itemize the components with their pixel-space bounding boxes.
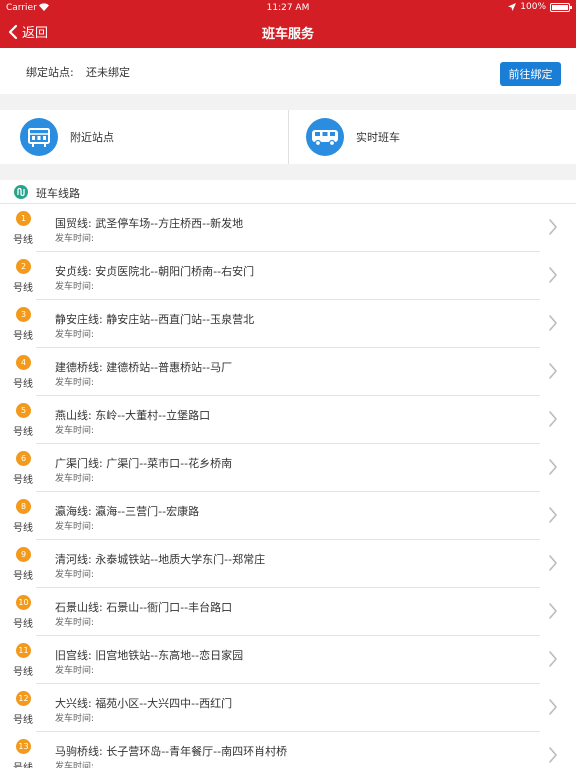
route-row[interactable]: 5 号线 燕山线: 东岭--大董村--立堡路口 发车时间:: [0, 396, 576, 444]
route-row[interactable]: 4 号线 建德桥线: 建德桥站--普惠桥站--马厂 发车时间:: [0, 348, 576, 396]
bus-stop-icon: [20, 118, 58, 156]
quick-entries: 附近站点 实时班车: [0, 110, 576, 164]
battery-percent: 100%: [520, 2, 546, 12]
section-title: 班车线路: [36, 187, 80, 200]
route-name: 马驹桥线: 长子营环岛--青年餐厅--南四环肖村桥: [55, 745, 288, 758]
route-number-suffix: 号线: [13, 571, 33, 582]
route-departure-time: 发车时间:: [55, 474, 95, 484]
section-header: 班车线路: [0, 180, 576, 204]
route-number-badge: 6: [16, 451, 31, 466]
realtime-bus-entry[interactable]: 实时班车: [306, 110, 576, 164]
route-number-badge: 3: [16, 307, 31, 322]
route-row[interactable]: 8 号线 瀛海线: 瀛海--三营门--宏康路 发车时间:: [0, 492, 576, 540]
route-name: 静安庄线: 静安庄站--西直门站--玉泉营北: [55, 313, 255, 326]
route-number-badge: 2: [16, 259, 31, 274]
route-icon: [14, 185, 28, 199]
route-departure-time: 发车时间:: [55, 378, 95, 388]
route-name: 广渠门线: 广渠门--菜市口--花乡桥南: [55, 457, 233, 470]
route-name: 大兴线: 福苑小区--大兴四中--西红门: [55, 697, 233, 710]
location-icon: [508, 3, 517, 11]
route-number-badge: 10: [16, 595, 31, 610]
go-bind-button[interactable]: 前往绑定: [500, 62, 561, 86]
quick-divider: [288, 110, 289, 164]
route-row[interactable]: 11 号线 旧宫线: 旧宫地铁站--东高地--恋日家园 发车时间:: [0, 636, 576, 684]
route-departure-time: 发车时间:: [55, 714, 95, 724]
route-number-suffix: 号线: [13, 523, 33, 534]
route-number-badge: 1: [16, 211, 31, 226]
route-number-badge: 8: [16, 499, 31, 514]
route-departure-time: 发车时间:: [55, 282, 95, 292]
route-name: 安贞线: 安贞医院北--朝阳门桥南--右安门: [55, 265, 255, 278]
route-number-badge: 12: [16, 691, 31, 706]
route-departure-time: 发车时间:: [55, 426, 95, 436]
page-title: 班车服务: [261, 27, 314, 42]
route-row[interactable]: 10 号线 石景山线: 石景山--衙门口--丰台路口 发车时间:: [0, 588, 576, 636]
route-number-suffix: 号线: [13, 379, 33, 390]
status-time: 11:27 AM: [266, 3, 310, 13]
chevron-right-icon: [549, 459, 557, 475]
chevron-right-icon: [549, 747, 557, 763]
binding-value: 还未绑定: [86, 66, 130, 79]
route-number-badge: 11: [16, 643, 31, 658]
route-departure-time: 发车时间:: [55, 666, 95, 676]
chevron-right-icon: [549, 315, 557, 331]
route-row[interactable]: 1 号线 国贸线: 武圣停车场--方庄桥西--新发地 发车时间:: [0, 204, 576, 252]
route-row[interactable]: 9 号线 清河线: 永泰城铁站--地质大学东门--郑常庄 发车时间:: [0, 540, 576, 588]
route-name: 燕山线: 东岭--大董村--立堡路口: [55, 409, 211, 422]
route-name: 石景山线: 石景山--衙门口--丰台路口: [55, 601, 233, 614]
route-row[interactable]: 12 号线 大兴线: 福苑小区--大兴四中--西红门 发车时间:: [0, 684, 576, 732]
route-name: 建德桥线: 建德桥站--普惠桥站--马厂: [55, 361, 233, 374]
route-name: 旧宫线: 旧宫地铁站--东高地--恋日家园: [55, 649, 244, 662]
route-name: 清河线: 永泰城铁站--地质大学东门--郑常庄: [55, 553, 266, 566]
chevron-right-icon: [549, 651, 557, 667]
route-departure-time: 发车时间:: [55, 618, 95, 628]
route-name: 国贸线: 武圣停车场--方庄桥西--新发地: [55, 217, 244, 230]
route-row[interactable]: 2 号线 安贞线: 安贞医院北--朝阳门桥南--右安门 发车时间:: [0, 252, 576, 300]
chevron-right-icon: [549, 699, 557, 715]
nearby-stations-label: 附近站点: [70, 131, 114, 144]
nearby-stations-entry[interactable]: 附近站点: [20, 110, 308, 164]
route-number-suffix: 号线: [13, 283, 33, 294]
route-number-suffix: 号线: [13, 667, 33, 678]
route-departure-time: 发车时间:: [55, 330, 95, 340]
route-number-suffix: 号线: [13, 715, 33, 726]
route-list: 1 号线 国贸线: 武圣停车场--方庄桥西--新发地 发车时间: 2 号线 安贞线: 安贞医…: [0, 204, 576, 768]
status-bar: Carrier 11:27 AM 100%: [0, 0, 576, 16]
route-number-badge: 9: [16, 547, 31, 562]
route-number-suffix: 号线: [13, 331, 33, 342]
route-departure-time: 发车时间:: [55, 570, 95, 580]
route-number-badge: 5: [16, 403, 31, 418]
route-number-suffix: 号线: [13, 235, 33, 246]
route-number-suffix: 号线: [13, 759, 33, 768]
route-row[interactable]: 13 号线 马驹桥线: 长子营环岛--青年餐厅--南四环肖村桥发车时间:: [0, 732, 576, 768]
chevron-right-icon: [549, 507, 557, 523]
chevron-right-icon: [549, 411, 557, 427]
route-name: 瀛海线: 瀛海--三营门--宏康路: [55, 505, 200, 518]
route-number-badge: 4: [16, 355, 31, 370]
realtime-bus-label: 实时班车: [356, 131, 400, 144]
binding-row: 绑定站点: 还未绑定 前往绑定: [0, 48, 576, 94]
chevron-right-icon: [549, 219, 557, 235]
route-row[interactable]: 3 号线 静安庄线: 静安庄站--西直门站--玉泉营北 发车时间:: [0, 300, 576, 348]
route-number-suffix: 号线: [13, 427, 33, 438]
route-departure-time: 发车时间:: [55, 522, 95, 532]
chevron-right-icon: [549, 555, 557, 571]
bus-icon: [306, 118, 344, 156]
nav-bar: 返回 班车服务: [0, 16, 576, 48]
route-departure-time: 发车时间:: [55, 762, 95, 768]
route-number-suffix: 号线: [13, 619, 33, 630]
route-departure-time: 发车时间:: [55, 234, 95, 244]
binding-label: 绑定站点:: [26, 66, 74, 79]
battery-icon: [550, 2, 572, 12]
route-number-badge: 13: [16, 739, 31, 754]
route-row[interactable]: 6 号线 广渠门线: 广渠门--菜市口--花乡桥南 发车时间:: [0, 444, 576, 492]
route-number-suffix: 号线: [13, 475, 33, 486]
chevron-right-icon: [549, 603, 557, 619]
chevron-right-icon: [549, 363, 557, 379]
chevron-right-icon: [549, 267, 557, 283]
